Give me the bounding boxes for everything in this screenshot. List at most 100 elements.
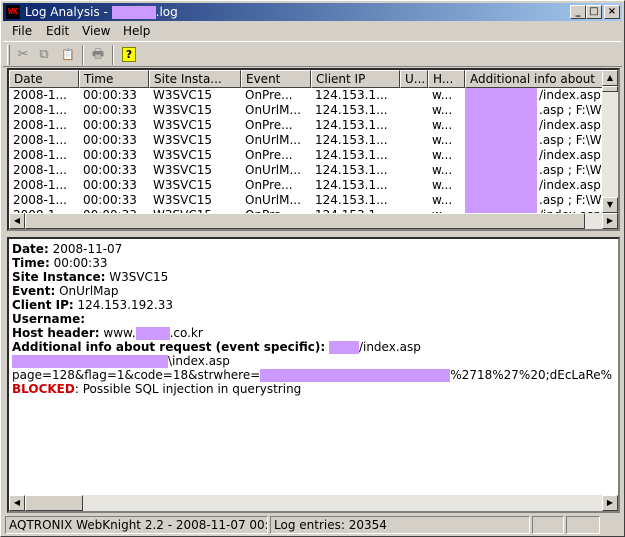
- scroll-right-button[interactable]: ▶: [602, 213, 618, 229]
- table-row[interactable]: 2008-1... 00:00:33 W3SVC15 OnPre... 124.153.…: [9, 118, 602, 133]
- paste-icon[interactable]: 📋: [58, 45, 78, 65]
- vertical-scroll-thumb[interactable]: [602, 86, 618, 92]
- cell-date: 2008-1...: [13, 178, 67, 192]
- detail-date-value: 2008-11-07: [52, 242, 123, 256]
- menu-file[interactable]: File: [12, 24, 32, 38]
- cell-time: 00:00:33: [83, 178, 137, 192]
- list-vertical-scrollbar[interactable]: ▲ ▼: [602, 70, 618, 213]
- column-header-client-ip[interactable]: Client IP: [311, 70, 400, 88]
- column-header-event[interactable]: Event: [241, 70, 311, 88]
- table-row[interactable]: 2008-1... 00:00:33 W3SVC15 OnUrlM... 124.153…: [9, 133, 602, 148]
- detail-horizontal-scrollbar[interactable]: ◀ ▶: [9, 495, 618, 511]
- close-button[interactable]: ×: [604, 5, 620, 19]
- app-icon[interactable]: WK: [6, 5, 20, 19]
- detail-date: Date: 2008-11-07: [12, 242, 123, 256]
- menu-bar: File Edit View Help: [3, 22, 622, 41]
- table-row[interactable]: 2008-1... 00:00:33 W3SVC15 OnUrlM... 124.153…: [9, 103, 602, 118]
- title-suffix: .log: [155, 5, 178, 19]
- cell-client-ip: 124.153.1...: [315, 178, 388, 192]
- detail-query-line: page=128&flag=1&code=18&strwhere= %2718%2…: [12, 368, 612, 382]
- cell-event: OnUrlM...: [245, 163, 301, 177]
- redacted-info: [465, 193, 537, 208]
- cell-client-ip: 124.153.1...: [315, 193, 388, 207]
- column-header-site-instance[interactable]: Site Insta...: [149, 70, 241, 88]
- menu-view[interactable]: View: [82, 24, 110, 38]
- status-bar: AQTRONIX WebKnight 2.2 - 2008-11-07 00:0…: [3, 516, 622, 534]
- copy-icon[interactable]: ⧉: [34, 45, 54, 65]
- cell-username: [400, 103, 428, 118]
- detail-event-label: Event: [12, 284, 51, 298]
- cell-time: 00:00:33: [83, 133, 137, 147]
- toolbar-grip[interactable]: [7, 45, 10, 65]
- detail-query-suffix: %2718%27%20;dEcLaRe%: [450, 368, 612, 382]
- column-header-date[interactable]: Date: [9, 70, 79, 88]
- detail-username: Username:: [12, 312, 86, 326]
- redacted-path: [328, 341, 359, 354]
- list-horizontal-scrollbar[interactable]: ◀ ▶: [9, 213, 618, 229]
- table-row[interactable]: 2008-1... 00:00:33 W3SVC15 OnPre... 124.153.…: [9, 178, 602, 193]
- table-row[interactable]: 2008-1... 00:00:33 W3SVC15 OnPre... 124.153.…: [9, 148, 602, 163]
- detail-host: Host header: www. .co.kr: [12, 326, 203, 340]
- cell-username: [400, 148, 428, 163]
- detail-content: Date: 2008-11-07 Time: 00:00:33 Site Ins…: [12, 242, 612, 396]
- detail-site: Site Instance: W3SVC15: [12, 270, 169, 284]
- cell-event: OnUrlM...: [245, 133, 301, 147]
- table-row[interactable]: 2008-1... 00:00:33 W3SVC15 OnPre... 124.153.…: [9, 88, 602, 103]
- scroll-down-button[interactable]: ▼: [602, 197, 618, 213]
- detail-time-label: Time: [12, 256, 45, 270]
- cell-event: OnPre...: [245, 118, 293, 132]
- redacted-filename: [111, 6, 156, 19]
- cell-date: 2008-1...: [13, 103, 67, 117]
- detail-host-label: Host header: [12, 326, 95, 340]
- menu-edit[interactable]: Edit: [46, 24, 69, 38]
- detail-scroll-left-button[interactable]: ◀: [9, 495, 25, 511]
- detail-username-label: Username: [12, 312, 81, 326]
- size-grip[interactable]: [602, 516, 620, 534]
- help-icon-glyph: ?: [121, 47, 137, 62]
- cell-site-instance: W3SVC15: [153, 178, 212, 192]
- title-bar[interactable]: WK Log Analysis - .log _ □ ×: [3, 3, 622, 21]
- cell-site-instance: W3SVC15: [153, 133, 212, 147]
- table-row[interactable]: 2008-1... 00:00:33 W3SVC15 OnUrlM... 124.153…: [9, 193, 602, 208]
- table-row[interactable]: 2008-1... 00:00:33 W3SVC15 OnUrlM... 124.153…: [9, 163, 602, 178]
- minimize-button[interactable]: _: [570, 5, 586, 19]
- status-panel-empty: [566, 516, 600, 534]
- cell-username: [400, 178, 428, 193]
- log-entries-list[interactable]: Date Time Site Insta... Event Client IP …: [7, 68, 620, 231]
- redacted-info: [465, 133, 537, 148]
- cell-date: 2008-1...: [13, 88, 67, 102]
- column-header-time[interactable]: Time: [79, 70, 149, 88]
- cell-username: [400, 118, 428, 133]
- maximize-button[interactable]: □: [586, 5, 602, 19]
- print-icon[interactable]: 🖶: [88, 45, 108, 65]
- detail-pane[interactable]: Date: 2008-11-07 Time: 00:00:33 Site Ins…: [7, 237, 620, 513]
- detail-horizontal-scroll-thumb[interactable]: [25, 495, 83, 511]
- horizontal-scroll-thumb[interactable]: [25, 213, 585, 229]
- scroll-up-button[interactable]: ▲: [602, 70, 618, 86]
- help-icon[interactable]: ?: [119, 45, 139, 65]
- cell-site-instance: W3SVC15: [153, 118, 212, 132]
- cell-username: [400, 88, 428, 103]
- detail-info-value: /index.asp: [358, 340, 421, 354]
- cell-site-instance: W3SVC15: [153, 193, 212, 207]
- menu-help[interactable]: Help: [123, 24, 150, 38]
- scroll-left-button[interactable]: ◀: [9, 213, 25, 229]
- column-header-username[interactable]: U...: [400, 70, 428, 88]
- cell-client-ip: 124.153.1...: [315, 148, 388, 162]
- cell-site-instance: W3SVC15: [153, 88, 212, 102]
- cell-date: 2008-1...: [13, 133, 67, 147]
- detail-blocked: BLOCKED: Possible SQL injection in query…: [12, 382, 302, 396]
- log-analysis-window: WK Log Analysis - .log _ □ × File Edit V…: [0, 0, 625, 537]
- cell-host: w...: [432, 118, 453, 132]
- detail-host-prefix: www.: [103, 326, 136, 340]
- column-header-host[interactable]: H...: [428, 70, 465, 88]
- window-title: Log Analysis - .log: [25, 4, 178, 20]
- column-header-additional-info[interactable]: Additional info about: [465, 70, 602, 88]
- detail-scroll-right-button[interactable]: ▶: [602, 495, 618, 511]
- cell-event: OnPre...: [245, 178, 293, 192]
- status-panel-empty: [532, 516, 564, 534]
- cut-icon[interactable]: ✂: [13, 45, 33, 65]
- redacted-info: [465, 88, 537, 103]
- detail-time-value: 00:00:33: [53, 256, 108, 270]
- blocked-message: Possible SQL injection in querystring: [82, 382, 302, 396]
